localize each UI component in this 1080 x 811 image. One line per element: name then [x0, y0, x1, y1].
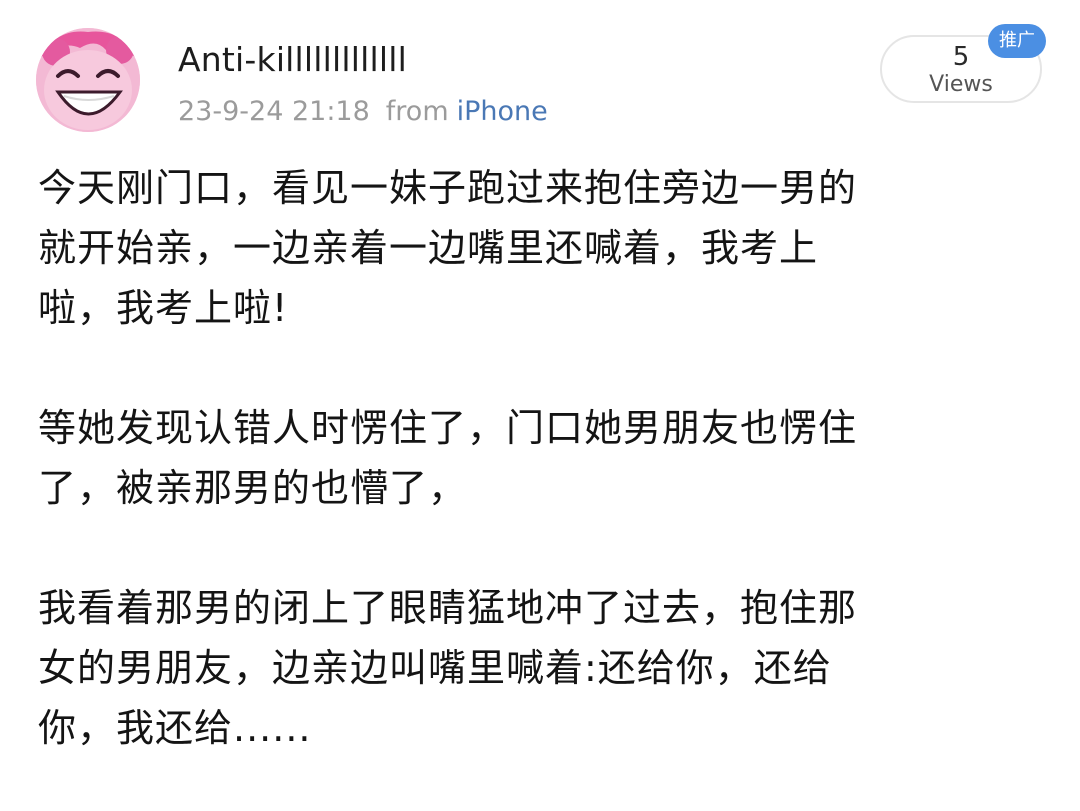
post-meta: 23-9-24 21:18 from iPhone — [178, 96, 548, 127]
user-avatar[interactable] — [36, 28, 140, 132]
content-line: 你，我还给...... — [38, 706, 312, 750]
promote-tag[interactable]: 推广 — [988, 24, 1046, 58]
content-line: 就开始亲，一边亲着一边嘴里还喊着，我考上 — [38, 226, 819, 270]
content-line: 今天刚门口，看见一妹子跑过来抱住旁边一男的 — [38, 166, 858, 210]
content-line: 了，被亲那男的也懵了， — [38, 466, 468, 510]
pink-cartoon-avatar-icon — [36, 28, 140, 132]
content-line: 等她发现认错人时愣住了，门口她男朋友也愣住 — [38, 406, 858, 450]
source-device-link[interactable]: iPhone — [457, 96, 548, 127]
from-label: from — [385, 96, 449, 127]
username[interactable]: Anti-killlllllllllll — [178, 40, 407, 79]
views-label: Views — [929, 72, 993, 97]
weibo-post: Anti-killlllllllllll 23-9-24 21:18 from iP… — [0, 0, 1080, 811]
content-line: 女的男朋友，边亲边叫嘴里喊着:还给你，还给 — [38, 646, 832, 690]
post-timestamp: 23-9-24 21:18 — [178, 96, 370, 127]
content-line: 啦，我考上啦! — [38, 286, 289, 330]
content-line: 我看着那男的闭上了眼睛猛地冲了过去，抱住那 — [38, 586, 858, 630]
post-content: 今天刚门口，看见一妹子跑过来抱住旁边一男的 就开始亲，一边亲着一边嘴里还喊着，我… — [38, 158, 1028, 758]
